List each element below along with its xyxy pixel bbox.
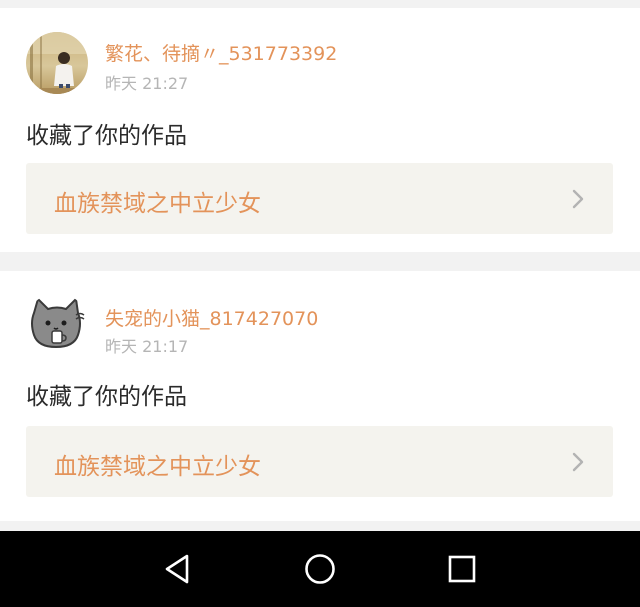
username-link[interactable]: 失宠的小猫_817427070 — [105, 304, 318, 331]
system-navigation-bar — [0, 531, 640, 607]
user-avatar[interactable] — [26, 293, 88, 355]
timestamp: 昨天 21:27 — [105, 74, 189, 93]
square-recents-icon[interactable] — [444, 551, 480, 587]
chevron-right-icon — [572, 452, 584, 472]
work-title: 血族禁域之中立少女 — [54, 191, 261, 217]
action-text: 收藏了你的作品 — [26, 384, 187, 410]
action-text: 收藏了你的作品 — [26, 123, 187, 149]
circle-home-icon[interactable] — [302, 551, 338, 587]
username-link[interactable]: 繁花、待摘〃_531773392 — [105, 39, 337, 66]
timestamp: 昨天 21:17 — [105, 337, 189, 356]
notification-feed: 繁花、待摘〃_531773392 昨天 21:27 收藏了你的作品 血族禁域之中… — [0, 0, 640, 531]
triangle-back-icon[interactable] — [160, 551, 196, 587]
work-title: 血族禁域之中立少女 — [54, 454, 261, 480]
chevron-right-icon — [572, 189, 584, 209]
photo-avatar-icon — [26, 32, 88, 94]
work-link-box[interactable]: 血族禁域之中立少女 — [26, 426, 613, 497]
work-link-box[interactable]: 血族禁域之中立少女 — [26, 163, 613, 234]
notification-card: 繁花、待摘〃_531773392 昨天 21:27 收藏了你的作品 血族禁域之中… — [0, 8, 640, 252]
notification-card: 失宠的小猫_817427070 昨天 21:17 收藏了你的作品 血族禁域之中立… — [0, 271, 640, 521]
user-avatar[interactable] — [26, 32, 88, 94]
gray-cat-avatar-icon — [26, 293, 88, 355]
